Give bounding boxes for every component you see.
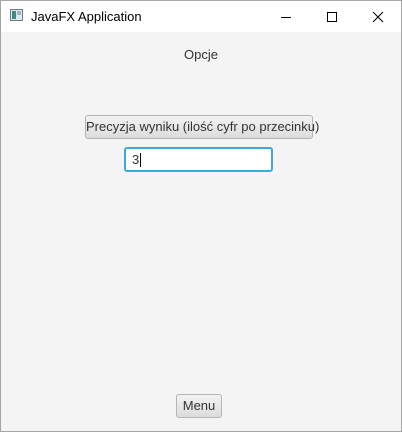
window-title: JavaFX Application [31,9,142,24]
minimize-button[interactable] [263,1,309,32]
maximize-icon [327,11,337,22]
precision-input-value: 3 [132,152,140,167]
page-title: Opcje [184,47,218,62]
precision-button[interactable]: Precyzja wyniku (ilość cyfr po przecinku… [85,115,319,139]
app-window: JavaFX Application Opcje Precyzja wyniku… [0,0,402,432]
menu-button[interactable]: Menu [176,394,222,418]
precision-input[interactable]: 3 [124,147,273,172]
maximize-button[interactable] [309,1,355,32]
app-icon [10,9,23,21]
minimize-icon [281,16,291,18]
text-caret [140,153,141,167]
close-icon [372,11,384,22]
close-button[interactable] [355,1,401,32]
title-bar[interactable]: JavaFX Application [1,1,401,32]
